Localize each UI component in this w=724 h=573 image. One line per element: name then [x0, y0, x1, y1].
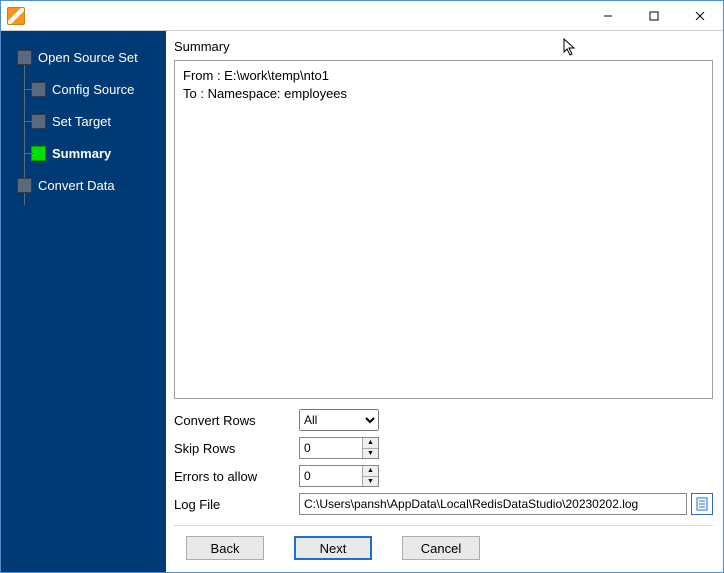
- close-button[interactable]: [677, 1, 723, 30]
- step-marker-icon: [17, 178, 32, 193]
- spin-up-icon[interactable]: ▲: [363, 438, 378, 449]
- back-button[interactable]: Back: [186, 536, 264, 560]
- step-config-source[interactable]: Config Source: [1, 73, 166, 105]
- step-convert-data[interactable]: Convert Data: [1, 169, 166, 201]
- log-file-input[interactable]: [299, 493, 687, 515]
- app-icon: [7, 7, 25, 25]
- errors-spinner[interactable]: ▲ ▼: [299, 465, 379, 487]
- skip-rows-row: Skip Rows ▲ ▼: [174, 437, 713, 459]
- summary-text-box[interactable]: From : E:\work\temp\nto1 To : Namespace:…: [174, 60, 713, 399]
- window-controls: [585, 1, 723, 30]
- spin-down-icon[interactable]: ▼: [363, 449, 378, 459]
- step-label: Set Target: [52, 114, 111, 129]
- main-panel: Summary From : E:\work\temp\nto1 To : Na…: [166, 31, 723, 572]
- errors-label: Errors to allow: [174, 469, 299, 484]
- maximize-button[interactable]: [631, 1, 677, 30]
- log-file-row: Log File: [174, 493, 713, 515]
- minimize-button[interactable]: [585, 1, 631, 30]
- log-file-label: Log File: [174, 497, 299, 512]
- step-label: Config Source: [52, 82, 134, 97]
- spin-down-icon[interactable]: ▼: [363, 477, 378, 487]
- wizard-sidebar: Open Source Set Config Source Set Target…: [1, 31, 166, 572]
- step-marker-icon: [17, 50, 32, 65]
- cancel-button[interactable]: Cancel: [402, 536, 480, 560]
- titlebar: [1, 1, 723, 31]
- step-label: Open Source Set: [38, 50, 138, 65]
- step-open-source-set[interactable]: Open Source Set: [1, 41, 166, 73]
- skip-rows-spinner[interactable]: ▲ ▼: [299, 437, 379, 459]
- step-summary[interactable]: Summary: [1, 137, 166, 169]
- errors-input[interactable]: [300, 466, 362, 486]
- spin-up-icon[interactable]: ▲: [363, 466, 378, 477]
- step-label: Summary: [52, 146, 111, 161]
- next-button[interactable]: Next: [294, 536, 372, 560]
- wizard-buttons: Back Next Cancel: [174, 525, 713, 566]
- step-label: Convert Data: [38, 178, 115, 193]
- convert-rows-label: Convert Rows: [174, 413, 299, 428]
- summary-heading: Summary: [174, 39, 713, 54]
- convert-rows-select[interactable]: All: [299, 409, 379, 431]
- browse-log-button[interactable]: [691, 493, 713, 515]
- step-set-target[interactable]: Set Target: [1, 105, 166, 137]
- body: Open Source Set Config Source Set Target…: [1, 31, 723, 572]
- convert-rows-row: Convert Rows All: [174, 409, 713, 431]
- app-window: Open Source Set Config Source Set Target…: [0, 0, 724, 573]
- options-form: Convert Rows All Skip Rows ▲ ▼: [174, 405, 713, 515]
- skip-rows-input[interactable]: [300, 438, 362, 458]
- errors-row: Errors to allow ▲ ▼: [174, 465, 713, 487]
- skip-rows-label: Skip Rows: [174, 441, 299, 456]
- document-icon: [695, 497, 709, 511]
